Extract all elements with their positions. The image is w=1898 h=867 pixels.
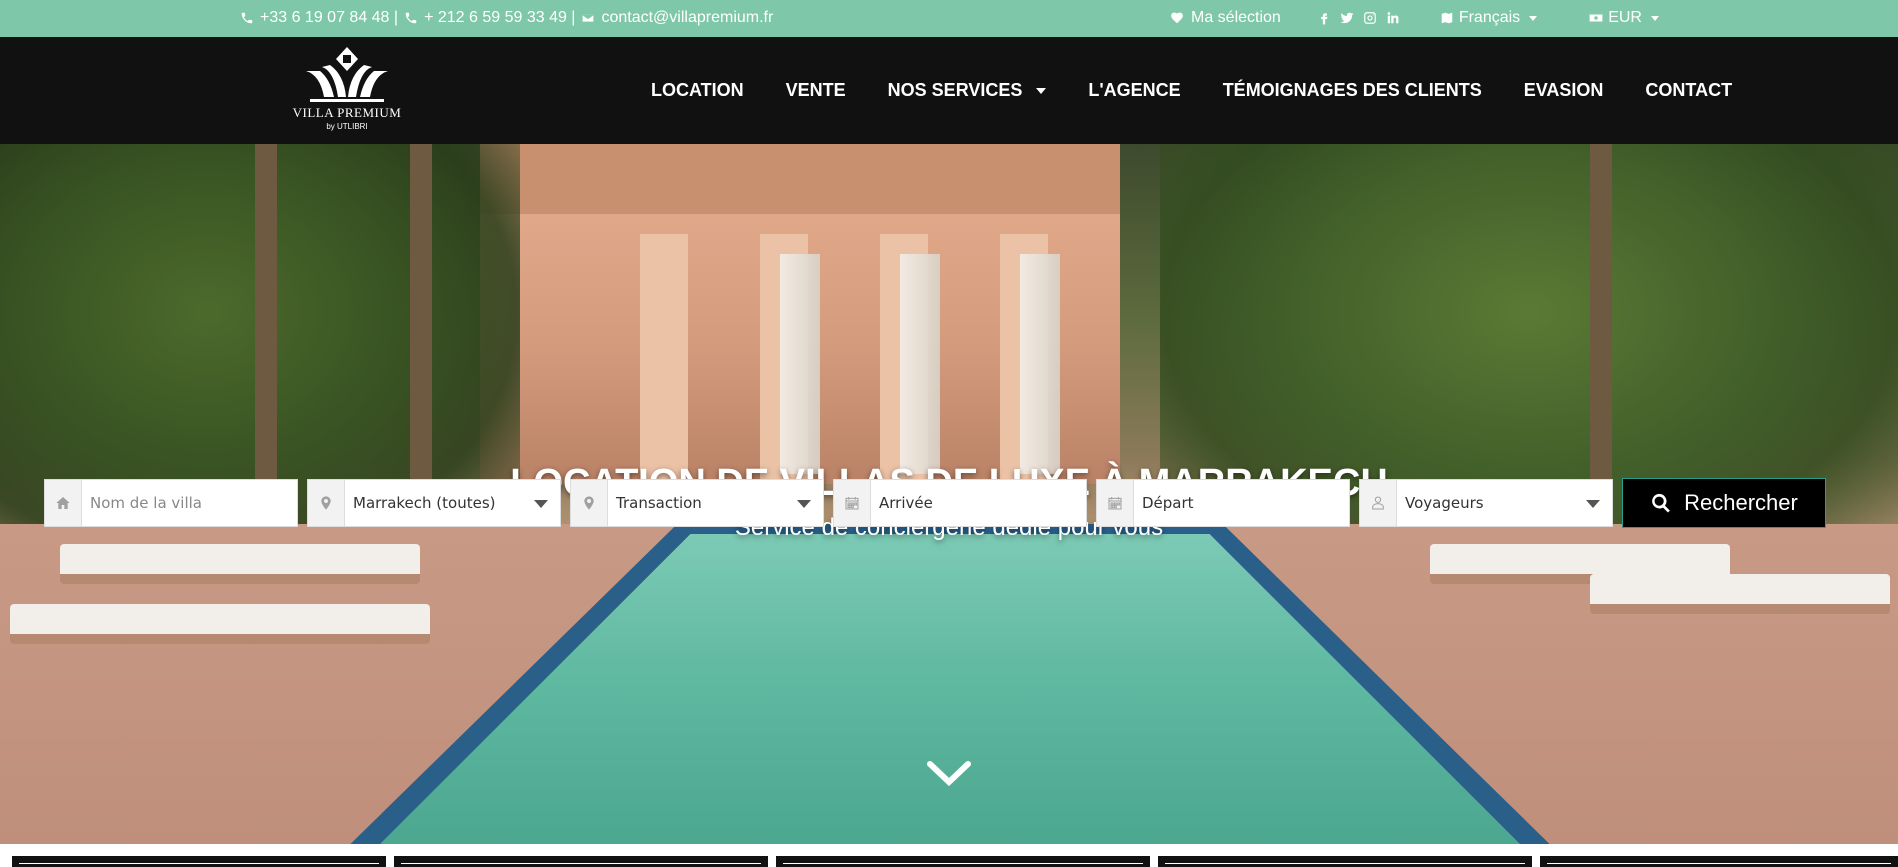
chevron-down-icon [1586,500,1600,508]
language-label: Français [1458,9,1521,26]
email-link[interactable]: contact@villapremium.fr [581,9,773,27]
phone-fr[interactable]: +33 6 19 07 84 48 | [240,9,398,27]
chevron-down-icon[interactable] [926,758,972,788]
featured-card[interactable] [776,856,1150,867]
chevron-down-icon [534,500,548,508]
top-bar-right: Ma sélection Français EUR [1170,9,1659,27]
calendar-icon [1097,480,1134,526]
site-logo[interactable]: VILLA PREMIUM by UTLIBRI [292,45,402,137]
calendar-icon [834,480,871,526]
nav-nos-services[interactable]: NOS SERVICES [888,80,1047,101]
villa-name-field[interactable]: Nom de la villa [44,479,298,527]
map-icon [1441,12,1453,24]
map-marker-icon [571,480,608,526]
chevron-down-icon [797,500,811,508]
villa-curtain [900,254,940,474]
nav-nos-services-label: NOS SERVICES [887,80,1023,100]
villa-roof [480,144,1120,214]
facebook-icon[interactable] [1317,11,1331,25]
logo-name: VILLA PREMIUM [292,105,402,120]
transaction-select[interactable]: Transaction [570,479,824,527]
featured-card[interactable] [1540,856,1898,867]
main-nav: LOCATION VENTE NOS SERVICES L'AGENCE TÉM… [651,80,1732,101]
money-icon [1589,14,1603,22]
guests-select[interactable]: Voyageurs [1359,479,1613,527]
logo-byline: by UTLIBRI [326,122,368,131]
email-text: contact@villapremium.fr [601,9,774,26]
user-icon [1360,480,1397,526]
nav-agence[interactable]: L'AGENCE [1088,80,1180,101]
heart-icon [1171,12,1183,24]
my-selection-link[interactable]: Ma sélection [1170,9,1281,27]
my-selection-label: Ma sélection [1191,9,1281,26]
currency-label: EUR [1608,9,1642,26]
currency-selector[interactable]: EUR [1589,9,1659,27]
location-select[interactable]: Marrakech (toutes) [307,479,561,527]
featured-card[interactable] [12,856,386,867]
contact-info: +33 6 19 07 84 48 | + 212 6 59 59 33 49 … [240,9,773,27]
departure-date-field[interactable]: Départ [1096,479,1350,527]
phone-icon [405,12,417,24]
envelope-icon [582,13,595,23]
language-selector[interactable]: Français [1440,9,1538,27]
card-frame [1165,863,1525,864]
chevron-down-icon [1650,15,1659,21]
phone-fr-text: +33 6 19 07 84 48 | [260,9,399,26]
villa-name-input[interactable]: Nom de la villa [82,480,297,526]
phone-ma-text: + 212 6 59 59 33 49 | [424,9,576,26]
nav-evasion[interactable]: EVASION [1524,80,1604,101]
card-frame [1547,863,1891,864]
villa-pillar [640,234,688,484]
chevron-down-icon [1529,15,1538,21]
search-button[interactable]: Rechercher [1622,478,1826,528]
home-icon [45,480,82,526]
nav-contact[interactable]: CONTACT [1645,80,1732,101]
main-header: VILLA PREMIUM by UTLIBRI LOCATION VENTE … [0,37,1898,144]
crown-logo-icon [306,47,388,102]
location-value: Marrakech (toutes) [353,494,496,512]
card-frame [19,863,379,864]
instagram-icon[interactable] [1363,11,1377,25]
search-button-label: Rechercher [1684,490,1798,515]
departure-date-input[interactable]: Départ [1134,480,1349,526]
villa-curtain [1020,254,1060,474]
nav-temoignages[interactable]: TÉMOIGNAGES DES CLIENTS [1223,80,1482,101]
twitter-icon[interactable] [1340,11,1354,25]
nav-vente[interactable]: VENTE [786,80,846,101]
phone-icon [241,12,253,24]
card-frame [783,863,1143,864]
social-links [1317,11,1400,25]
card-frame [401,863,761,864]
arrival-date-input[interactable]: Arrivée [871,480,1086,526]
featured-cards-row [0,844,1898,867]
phone-ma[interactable]: + 212 6 59 59 33 49 | [404,9,575,27]
nav-location[interactable]: LOCATION [651,80,744,101]
sun-lounger [60,544,420,584]
villa-curtain [780,254,820,474]
sun-lounger [1590,574,1890,614]
featured-card[interactable] [1158,856,1532,867]
linkedin-icon[interactable] [1386,11,1400,25]
chevron-down-icon [1036,87,1047,94]
top-bar: +33 6 19 07 84 48 | + 212 6 59 59 33 49 … [0,0,1898,37]
guests-value: Voyageurs [1405,494,1484,512]
search-form: Nom de la villa Marrakech (toutes) Trans… [44,478,1826,528]
search-icon [1652,493,1671,513]
map-marker-icon [308,480,345,526]
sun-lounger [10,604,430,644]
arrival-date-field[interactable]: Arrivée [833,479,1087,527]
transaction-value: Transaction [616,494,702,512]
featured-card[interactable] [394,856,768,867]
